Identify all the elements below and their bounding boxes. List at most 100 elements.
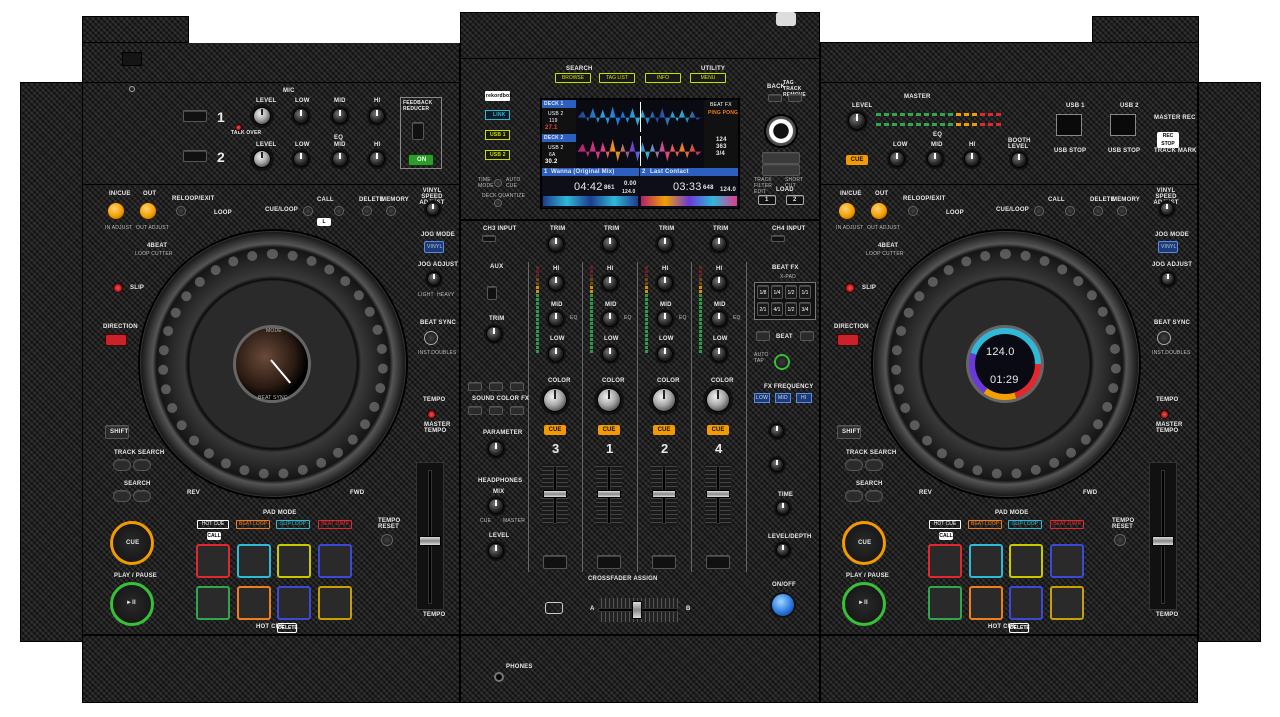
ch-fader-cap[interactable] — [652, 490, 676, 498]
screen-nav-down[interactable] — [762, 164, 800, 176]
ch-color-knob[interactable] — [652, 388, 676, 412]
right-pad-3[interactable] — [1009, 544, 1043, 578]
right-tempo-reset-button[interactable] — [1114, 534, 1126, 546]
left-hot-cue-tab[interactable]: HOT CUE — [197, 520, 229, 529]
right-master-tempo-button[interactable] — [1160, 410, 1169, 419]
right-mid-knob[interactable] — [927, 151, 943, 167]
ch-cue-button[interactable]: CUE — [544, 425, 566, 435]
left-reloop-button[interactable] — [176, 206, 186, 216]
ch-trim-knob[interactable] — [602, 236, 618, 252]
screen-nav-up[interactable] — [762, 152, 800, 164]
ch-crossfader-assign-switch[interactable] — [652, 555, 676, 569]
tag-track-button[interactable] — [788, 94, 802, 102]
color-fx-crush[interactable] — [489, 406, 503, 415]
left-pad-2[interactable] — [237, 544, 271, 578]
aux-switch[interactable] — [487, 286, 497, 300]
left-pad-3[interactable] — [277, 544, 311, 578]
time-mode-button[interactable] — [494, 179, 502, 187]
aux-trim-knob[interactable] — [486, 326, 502, 342]
mic1-low-knob[interactable] — [293, 108, 309, 124]
x-pad-button[interactable]: 3/4 — [799, 302, 811, 316]
left-out-button[interactable] — [139, 202, 157, 220]
master-cue-button[interactable]: CUE — [846, 155, 868, 165]
ch-fader-cap[interactable] — [706, 490, 730, 498]
right-reloop-button[interactable] — [908, 206, 918, 216]
left-pad-7[interactable] — [277, 586, 311, 620]
ch-low-knob[interactable] — [657, 346, 673, 362]
mic2-hi-knob[interactable] — [369, 151, 385, 167]
left-tempo-fader-cap[interactable] — [419, 536, 441, 546]
left-track-search-prev[interactable] — [113, 459, 131, 471]
tap-button[interactable] — [774, 354, 790, 370]
deck-quantize-button[interactable] — [494, 199, 502, 207]
left-jog-adjust-knob[interactable] — [427, 272, 441, 286]
fx-select-knob-2[interactable] — [770, 458, 784, 472]
left-pad-8[interactable] — [318, 586, 352, 620]
x-pad-button[interactable]: 1/4 — [771, 285, 783, 299]
mic1-hi-knob[interactable] — [369, 108, 385, 124]
ch-trim-knob[interactable] — [548, 236, 564, 252]
color-fx-space[interactable] — [468, 382, 482, 391]
left-slip-button[interactable] — [113, 283, 123, 293]
right-pad-5[interactable] — [928, 586, 962, 620]
headphones-mix-knob[interactable] — [488, 498, 504, 514]
ch-color-knob[interactable] — [597, 388, 621, 412]
rotary-selector[interactable] — [764, 114, 798, 148]
ch4-input-switch[interactable] — [771, 235, 785, 242]
right-slip-loop-tab[interactable]: SLIP LOOP — [1008, 520, 1042, 529]
left-slip-loop-tab[interactable]: SLIP LOOP — [276, 520, 310, 529]
left-track-search-next[interactable] — [133, 459, 151, 471]
ch-fader-cap[interactable] — [597, 490, 621, 498]
parameter-knob[interactable] — [488, 441, 504, 457]
ch-hi-knob[interactable] — [548, 275, 564, 291]
ch-low-knob[interactable] — [711, 346, 727, 362]
right-slip-button[interactable] — [845, 283, 855, 293]
ch-mid-knob[interactable] — [657, 311, 673, 327]
color-fx-filter[interactable] — [510, 406, 524, 415]
crossfader-cap[interactable] — [632, 601, 642, 619]
ch-cue-button[interactable]: CUE — [653, 425, 675, 435]
ch-mid-knob[interactable] — [602, 311, 618, 327]
ch-cue-button[interactable]: CUE — [598, 425, 620, 435]
mic2-mid-knob[interactable] — [332, 151, 348, 167]
mic1-switch[interactable] — [183, 110, 207, 122]
left-delete-button[interactable] — [362, 206, 372, 216]
left-pad-4[interactable] — [318, 544, 352, 578]
feedback-switch[interactable] — [412, 122, 424, 140]
left-beat-loop-tab[interactable]: BEAT LOOP — [236, 520, 270, 529]
beat-next-button[interactable] — [800, 331, 814, 341]
left-master-tempo-button[interactable] — [427, 410, 436, 419]
ch-crossfader-assign-switch[interactable] — [706, 555, 730, 569]
x-pad-button[interactable]: 1/1 — [799, 285, 811, 299]
right-beat-sync-button[interactable] — [1157, 331, 1171, 345]
right-hot-cue-tab[interactable]: HOT CUE — [929, 520, 961, 529]
right-jog-adjust-knob[interactable] — [1161, 272, 1175, 286]
mic2-low-knob[interactable] — [293, 151, 309, 167]
left-beat-sync-button[interactable] — [424, 331, 438, 345]
right-search-prev[interactable] — [845, 490, 863, 502]
ch-trim-knob[interactable] — [657, 236, 673, 252]
level-depth-knob[interactable] — [776, 543, 790, 557]
master-level-knob[interactable] — [848, 112, 866, 130]
right-pad-4[interactable] — [1050, 544, 1084, 578]
ch-low-knob[interactable] — [602, 346, 618, 362]
info-button[interactable]: INFO — [645, 73, 681, 83]
color-fx-dub-echo[interactable] — [489, 382, 503, 391]
back-button[interactable] — [768, 94, 782, 102]
right-low-knob[interactable] — [889, 151, 905, 167]
right-call-prev-button[interactable] — [1034, 206, 1044, 216]
right-pad-6[interactable] — [969, 586, 1003, 620]
left-call-prev-button[interactable] — [303, 206, 313, 216]
ch-mid-knob[interactable] — [548, 311, 564, 327]
right-tempo-fader-cap[interactable] — [1152, 536, 1174, 546]
x-pad-button[interactable]: 4/1 — [771, 302, 783, 316]
right-beat-jump-tab[interactable]: BEAT JUMP — [1050, 520, 1084, 529]
ch-low-knob[interactable] — [548, 346, 564, 362]
ch-fader-cap[interactable] — [543, 490, 567, 498]
phones-jack[interactable] — [494, 672, 504, 682]
right-out-button[interactable] — [870, 202, 888, 220]
time-knob[interactable] — [776, 501, 790, 515]
left-call-next-button[interactable] — [334, 206, 344, 216]
color-fx-noise[interactable] — [468, 406, 482, 415]
beat-prev-button[interactable] — [756, 331, 770, 341]
